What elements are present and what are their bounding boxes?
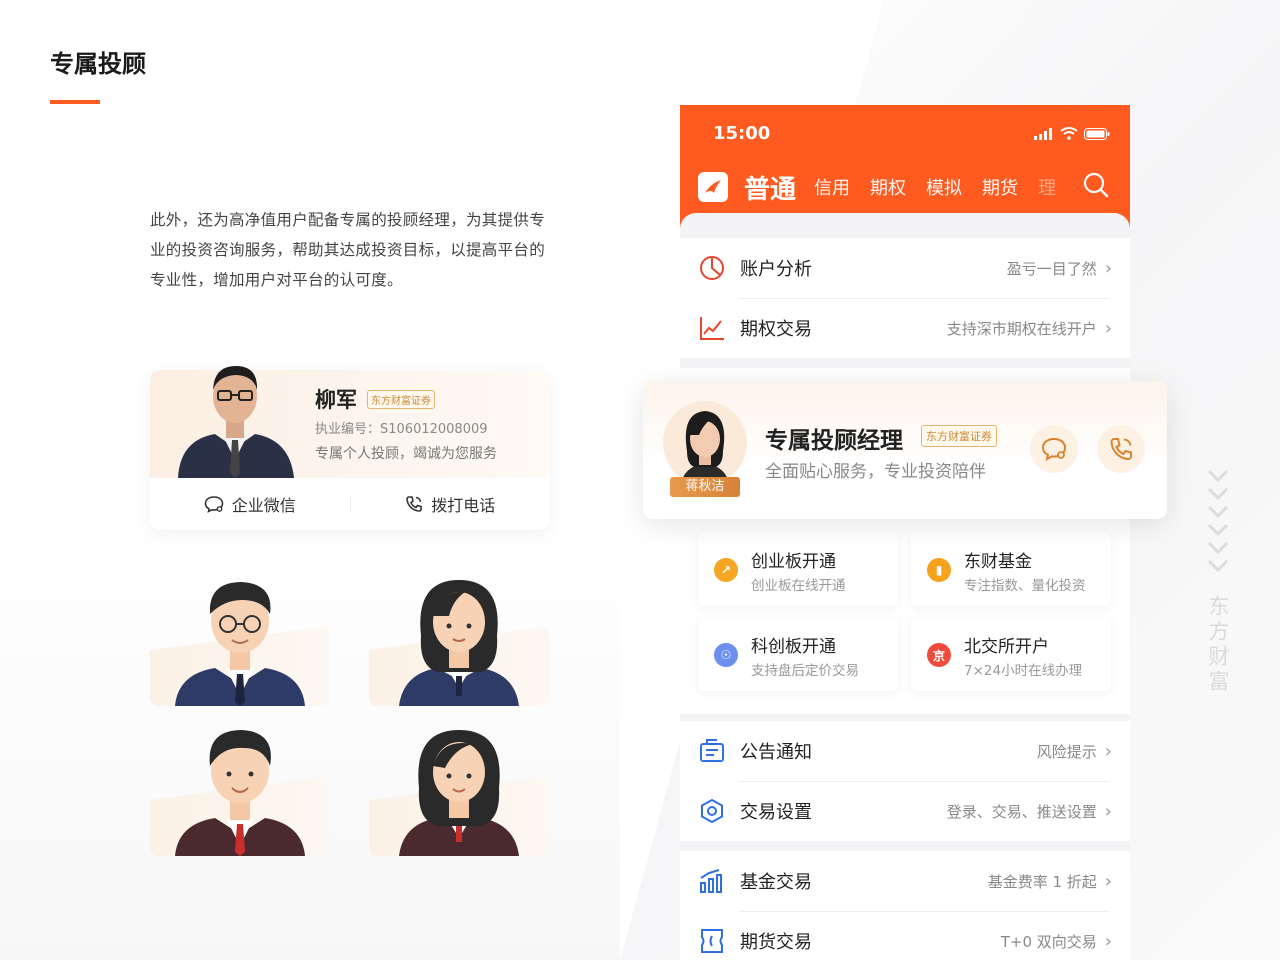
- tab-wealth[interactable]: 理: [1038, 174, 1056, 200]
- pie-chart-icon: [700, 256, 724, 280]
- row-subtitle: 盈亏一目了然: [1006, 259, 1097, 278]
- search-icon[interactable]: [1082, 171, 1110, 199]
- wechat-label: 企业微信: [231, 496, 296, 515]
- row-title: 交易设置: [740, 802, 812, 823]
- adviser-license: 执业编号：S106012008009: [315, 422, 488, 437]
- card-title: 科创板开通: [751, 637, 836, 657]
- brand-vertical: 东方财富: [1203, 465, 1233, 695]
- card-title: 东财基金: [964, 552, 1032, 572]
- adviser-name: 柳军: [315, 388, 357, 412]
- adviser-actions: 企业微信 拨打电话: [150, 478, 550, 530]
- status-icons: [1034, 127, 1110, 140]
- card-subtitle: 7×24小时在线办理: [964, 663, 1083, 679]
- tab-options[interactable]: 期权: [870, 174, 906, 200]
- card-eastmoney-fund[interactable]: ▮ 东财基金 专注指数、量化投资: [911, 532, 1111, 606]
- card-chinext[interactable]: ↗ 创业板开通 创业板在线开通: [698, 532, 898, 606]
- description-text: 此外，还为高净值用户配备专属的投顾经理，为其提供专业的投资咨询服务，帮助其达成投…: [150, 211, 546, 289]
- chevron-right-icon: ›: [1104, 800, 1112, 822]
- call-button[interactable]: 拨打电话: [351, 492, 551, 516]
- exclusive-adviser-card[interactable]: 蒋秋洁 专属投顾经理 东方财富证券 全面贴心服务，专业投资陪伴: [643, 381, 1167, 519]
- card-star-market[interactable]: ☉ 科创板开通 支持盘后定价交易: [698, 617, 898, 691]
- phone-screen: 15:00 普通 信用 期权 模拟 期货 理 账户分析 盈亏一目了然 › 期权交…: [680, 105, 1130, 960]
- row-futures-trading[interactable]: 期货交易 T+0 双向交易 ›: [680, 911, 1130, 960]
- tab-credit[interactable]: 信用: [814, 174, 850, 200]
- row-subtitle: T+0 双向交易: [1000, 932, 1097, 951]
- chevrons-down-icon: [1207, 469, 1229, 573]
- card-bse-account[interactable]: 京 北交所开户 7×24小时在线办理: [911, 617, 1111, 691]
- brand-name: 东方财富: [1206, 595, 1230, 695]
- hexagon-settings-icon: [701, 798, 723, 824]
- adviser-avatar: [663, 401, 747, 485]
- row-subtitle: 登录、交易、推送设置: [946, 802, 1097, 821]
- chevron-right-icon: ›: [1104, 740, 1112, 762]
- row-trade-settings[interactable]: 交易设置 登录、交易、推送设置 ›: [680, 781, 1130, 841]
- avatar-male-red-tie: [150, 726, 330, 856]
- bar-chart-icon: [700, 869, 722, 893]
- ticket-icon: [701, 929, 723, 953]
- row-fund-trading[interactable]: 基金交易 基金费率 1 折起 ›: [680, 851, 1130, 911]
- card-subtitle: 创业板在线开通: [751, 578, 846, 594]
- chevron-right-icon: ›: [1104, 257, 1112, 279]
- avatar-male-glasses: [150, 576, 330, 706]
- tab-simulated[interactable]: 模拟: [926, 174, 962, 200]
- company-tag: 东方财富证券: [921, 425, 997, 447]
- phone-icon: [406, 496, 423, 512]
- adviser-card-subtitle: 全面贴心服务，专业投资陪伴: [765, 462, 986, 482]
- line-chart-icon: [700, 317, 724, 340]
- tab-futures[interactable]: 期货: [982, 174, 1018, 200]
- chevron-right-icon: ›: [1104, 930, 1112, 952]
- beijing-exchange-icon: 京: [927, 643, 951, 667]
- row-account-analysis[interactable]: 账户分析 盈亏一目了然 ›: [680, 238, 1130, 298]
- call-button[interactable]: [1097, 425, 1145, 473]
- tab-normal[interactable]: 普通: [744, 169, 796, 206]
- row-title: 期权交易: [740, 319, 812, 340]
- row-title: 基金交易: [740, 872, 812, 893]
- star-market-icon: ☉: [714, 643, 738, 667]
- phone-icon: [1110, 438, 1132, 461]
- avatar-female-long-hair: [369, 576, 549, 706]
- row-title: 公告通知: [740, 742, 812, 763]
- wifi-icon: [1060, 127, 1078, 140]
- section-bottom: 基金交易 基金费率 1 折起 › 期货交易 T+0 双向交易 ›: [680, 851, 1130, 960]
- company-tag: 东方财富证券: [367, 390, 435, 409]
- row-title: 账户分析: [740, 259, 812, 280]
- card-title: 北交所开户: [964, 637, 1049, 657]
- chevron-right-icon: ›: [1104, 317, 1112, 339]
- adviser-photo: [178, 366, 294, 478]
- adviser-card-title: 专属投顾经理: [765, 428, 903, 454]
- fund-bar-icon: ▮: [927, 558, 951, 582]
- chat-icon: [204, 496, 224, 513]
- account-type-nav: 普通 信用 期权 模拟 期货 理: [698, 167, 1118, 207]
- battery-icon: [1084, 127, 1110, 140]
- card-title: 创业板开通: [751, 552, 836, 572]
- card-subtitle: 专注指数、量化投资: [964, 578, 1086, 594]
- title-underline: [50, 100, 100, 104]
- adviser-slogan: 专属个人投顾，竭诚为您服务: [315, 446, 497, 462]
- app-logo-icon: [698, 172, 728, 202]
- chat-icon: [1041, 437, 1067, 461]
- chat-button[interactable]: [1030, 425, 1078, 473]
- chevron-right-icon: ›: [1104, 870, 1112, 892]
- notice-icon: [700, 739, 724, 762]
- wechat-button[interactable]: 企业微信: [150, 492, 350, 516]
- trend-up-icon: ↗: [714, 558, 738, 582]
- call-label: 拨打电话: [431, 496, 496, 515]
- section-settings: 公告通知 风险提示 › 交易设置 登录、交易、推送设置 ›: [680, 721, 1130, 841]
- row-subtitle: 风险提示: [1036, 742, 1097, 761]
- adviser-card: 柳军 东方财富证券 执业编号：S106012008009 专属个人投顾，竭诚为您…: [150, 366, 550, 530]
- card-subtitle: 支持盘后定价交易: [751, 663, 859, 679]
- row-subtitle: 支持深市期权在线开户: [946, 319, 1097, 338]
- status-time: 15:00: [713, 123, 771, 144]
- row-subtitle: 基金费率 1 折起: [987, 872, 1097, 891]
- phone-header: 15:00 普通 信用 期权 模拟 期货 理: [680, 105, 1130, 230]
- page-title: 专属投顾: [50, 50, 146, 78]
- row-options-trading[interactable]: 期权交易 支持深市期权在线开户 ›: [680, 298, 1130, 358]
- section-top: 账户分析 盈亏一目了然 › 期权交易 支持深市期权在线开户 ›: [680, 238, 1130, 358]
- row-announcements[interactable]: 公告通知 风险提示 ›: [680, 721, 1130, 781]
- signal-icon: [1034, 127, 1052, 140]
- row-title: 期货交易: [740, 932, 812, 953]
- avatar-female-red-tie: [369, 726, 549, 856]
- adviser-name-tag: 蒋秋洁: [670, 477, 740, 497]
